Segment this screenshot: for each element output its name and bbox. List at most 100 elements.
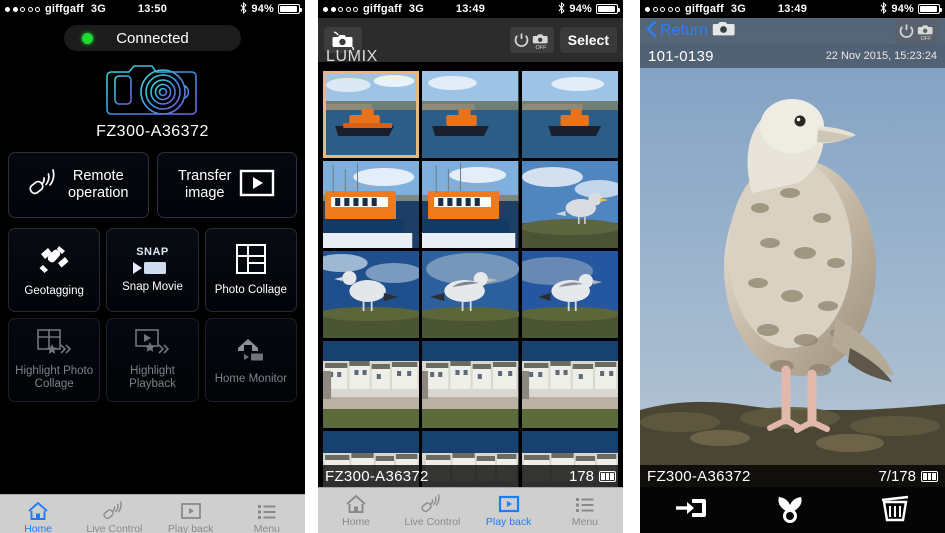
remote-control-icon bbox=[421, 493, 443, 514]
tab-label: Play back bbox=[167, 522, 214, 533]
camera-icon[interactable] bbox=[712, 20, 735, 42]
tab-label: Home bbox=[342, 515, 371, 528]
share-icon[interactable] bbox=[776, 493, 810, 528]
tab-label: Live Control bbox=[86, 522, 143, 533]
battery-icon bbox=[278, 4, 302, 14]
thumbnail-item[interactable] bbox=[422, 71, 519, 158]
photo-viewer-content: Return OFF 101-0139 22 Nov 2015, 15:23:2… bbox=[640, 18, 945, 533]
feature-label: Snap Movie bbox=[122, 280, 183, 293]
play-box-icon bbox=[180, 501, 202, 521]
feature-highlight-photo-collage[interactable]: Highlight Photo Collage bbox=[8, 318, 101, 402]
svg-text:OFF: OFF bbox=[535, 45, 547, 51]
power-off-button[interactable]: OFF bbox=[509, 27, 554, 53]
photo-viewer-header: Return OFF 101-0139 22 Nov 2015, 15:23:2… bbox=[640, 18, 945, 68]
feature-geotagging[interactable]: Geotagging bbox=[8, 228, 101, 312]
thumbnail-item[interactable] bbox=[323, 161, 420, 248]
remote-operation-button[interactable]: Remote operation bbox=[8, 152, 149, 218]
save-to-phone-icon[interactable] bbox=[674, 493, 708, 528]
camera-model-label: FZ300-A36372 bbox=[96, 123, 209, 140]
photo-count-label: 178 bbox=[568, 467, 594, 485]
tab-label: Home bbox=[24, 522, 53, 533]
chevron-left-icon bbox=[646, 20, 657, 43]
power-off-button[interactable]: OFF bbox=[895, 18, 939, 44]
thumbnail-item[interactable] bbox=[521, 161, 618, 248]
svg-text:OFF: OFF bbox=[921, 36, 933, 42]
battery-icon bbox=[596, 4, 620, 14]
feature-label: Photo Collage bbox=[214, 283, 287, 296]
tab-live-control[interactable]: Live Control bbox=[76, 495, 152, 533]
tab-live-control[interactable]: Live Control bbox=[394, 488, 470, 533]
tab-label: Menu bbox=[253, 522, 280, 533]
feature-label: Geotagging bbox=[24, 284, 84, 297]
satellite-icon bbox=[37, 243, 71, 280]
tab-label: Live Control bbox=[404, 515, 461, 528]
tab-label: Menu bbox=[571, 515, 598, 528]
playback-content: OFF Select LUMIX FZ300-A36372 178 Home L… bbox=[318, 18, 623, 533]
connection-status-label: Connected bbox=[116, 29, 189, 47]
header-info-row: 101-0139 22 Nov 2015, 15:23:24 bbox=[640, 44, 945, 68]
transfer-image-button[interactable]: Transfer image bbox=[156, 152, 297, 218]
tab-play-back[interactable]: Play back bbox=[471, 488, 547, 533]
header-top-row: Return OFF bbox=[640, 18, 945, 44]
panel-photo-viewer: giffgaff 3G 13:49 94% Return OFF 101-013… bbox=[640, 0, 945, 533]
panel-playback-grid: giffgaff 3G 13:49 94% OFF Select LUMIX F… bbox=[318, 0, 623, 533]
tab-play-back[interactable]: Play back bbox=[153, 495, 229, 533]
thumbnail-item[interactable] bbox=[422, 341, 519, 428]
camera-model-label: FZ300-A36372 bbox=[647, 467, 751, 485]
battery-percent-label: 94% bbox=[569, 3, 592, 15]
photo-action-toolbar bbox=[640, 487, 945, 533]
feature-snap-movie[interactable]: SNAP Snap Movie bbox=[106, 228, 199, 312]
select-button[interactable]: Select bbox=[559, 27, 617, 53]
remote-control-icon bbox=[103, 500, 125, 521]
remote-control-icon bbox=[28, 168, 60, 203]
camera-status-strip-panel3: FZ300-A36372 7/178 bbox=[640, 465, 945, 487]
feature-photo-collage[interactable]: Photo Collage bbox=[204, 228, 297, 312]
battery-icon bbox=[921, 470, 938, 482]
panel-divider bbox=[623, 0, 640, 533]
thumbnail-item[interactable] bbox=[422, 161, 519, 248]
tab-menu[interactable]: Menu bbox=[229, 495, 305, 533]
thumbnail-item[interactable] bbox=[521, 341, 618, 428]
camera-illustration-icon bbox=[0, 58, 305, 120]
thumbnail-item[interactable] bbox=[323, 341, 420, 428]
thumbnail-item[interactable] bbox=[521, 71, 618, 158]
status-led-icon bbox=[82, 32, 93, 44]
thumbnail-grid bbox=[318, 71, 623, 487]
timestamp-label: 22 Nov 2015, 15:23:24 bbox=[825, 50, 937, 62]
battery-icon bbox=[918, 4, 942, 14]
home-content: Connected FZ300-A36372 Remote operation … bbox=[0, 25, 305, 533]
feature-home-monitor[interactable]: Home Monitor bbox=[204, 318, 297, 402]
home-monitor-icon bbox=[234, 335, 268, 368]
play-box-icon bbox=[239, 168, 275, 203]
tab-menu[interactable]: Menu bbox=[547, 488, 623, 533]
panel-home-screen: giffgaff 3G 13:50 94% Connected FZ300-A3… bbox=[0, 0, 305, 533]
brand-label: LUMIX bbox=[326, 48, 378, 65]
highlight-playback-icon bbox=[135, 329, 170, 360]
return-label: Return bbox=[660, 22, 709, 39]
panel-divider bbox=[305, 0, 318, 533]
return-button[interactable]: Return bbox=[646, 20, 708, 43]
trash-icon[interactable] bbox=[879, 493, 911, 528]
feature-highlight-playback[interactable]: Highlight Playback bbox=[106, 318, 199, 402]
feature-grid: Geotagging SNAP Snap Movie Photo Collage… bbox=[0, 218, 305, 402]
file-id-label: 101-0139 bbox=[648, 47, 714, 65]
thumbnail-item[interactable] bbox=[323, 251, 420, 338]
photo-index-label: 7/178 bbox=[878, 467, 916, 485]
status-bar-panel1: giffgaff 3G 13:50 94% bbox=[0, 0, 305, 18]
bluetooth-icon bbox=[558, 1, 566, 17]
home-icon bbox=[345, 494, 367, 514]
connection-status-pill: Connected bbox=[64, 25, 241, 51]
camera-model-label: FZ300-A36372 bbox=[325, 467, 429, 485]
battery-percent-label: 94% bbox=[891, 3, 914, 15]
thumbnail-item[interactable] bbox=[422, 251, 519, 338]
thumbnail-item[interactable] bbox=[323, 71, 420, 158]
tab-home[interactable]: Home bbox=[0, 495, 76, 533]
tab-bar-panel2: Home Live Control Play back Menu bbox=[318, 487, 623, 533]
thumbnail-item[interactable] bbox=[521, 251, 618, 338]
photo-full-view[interactable] bbox=[640, 18, 945, 487]
tab-label: Play back bbox=[485, 515, 532, 528]
tab-home[interactable]: Home bbox=[318, 488, 394, 533]
home-icon bbox=[27, 501, 49, 521]
photo-collage-icon bbox=[235, 243, 266, 279]
battery-icon bbox=[599, 470, 616, 482]
